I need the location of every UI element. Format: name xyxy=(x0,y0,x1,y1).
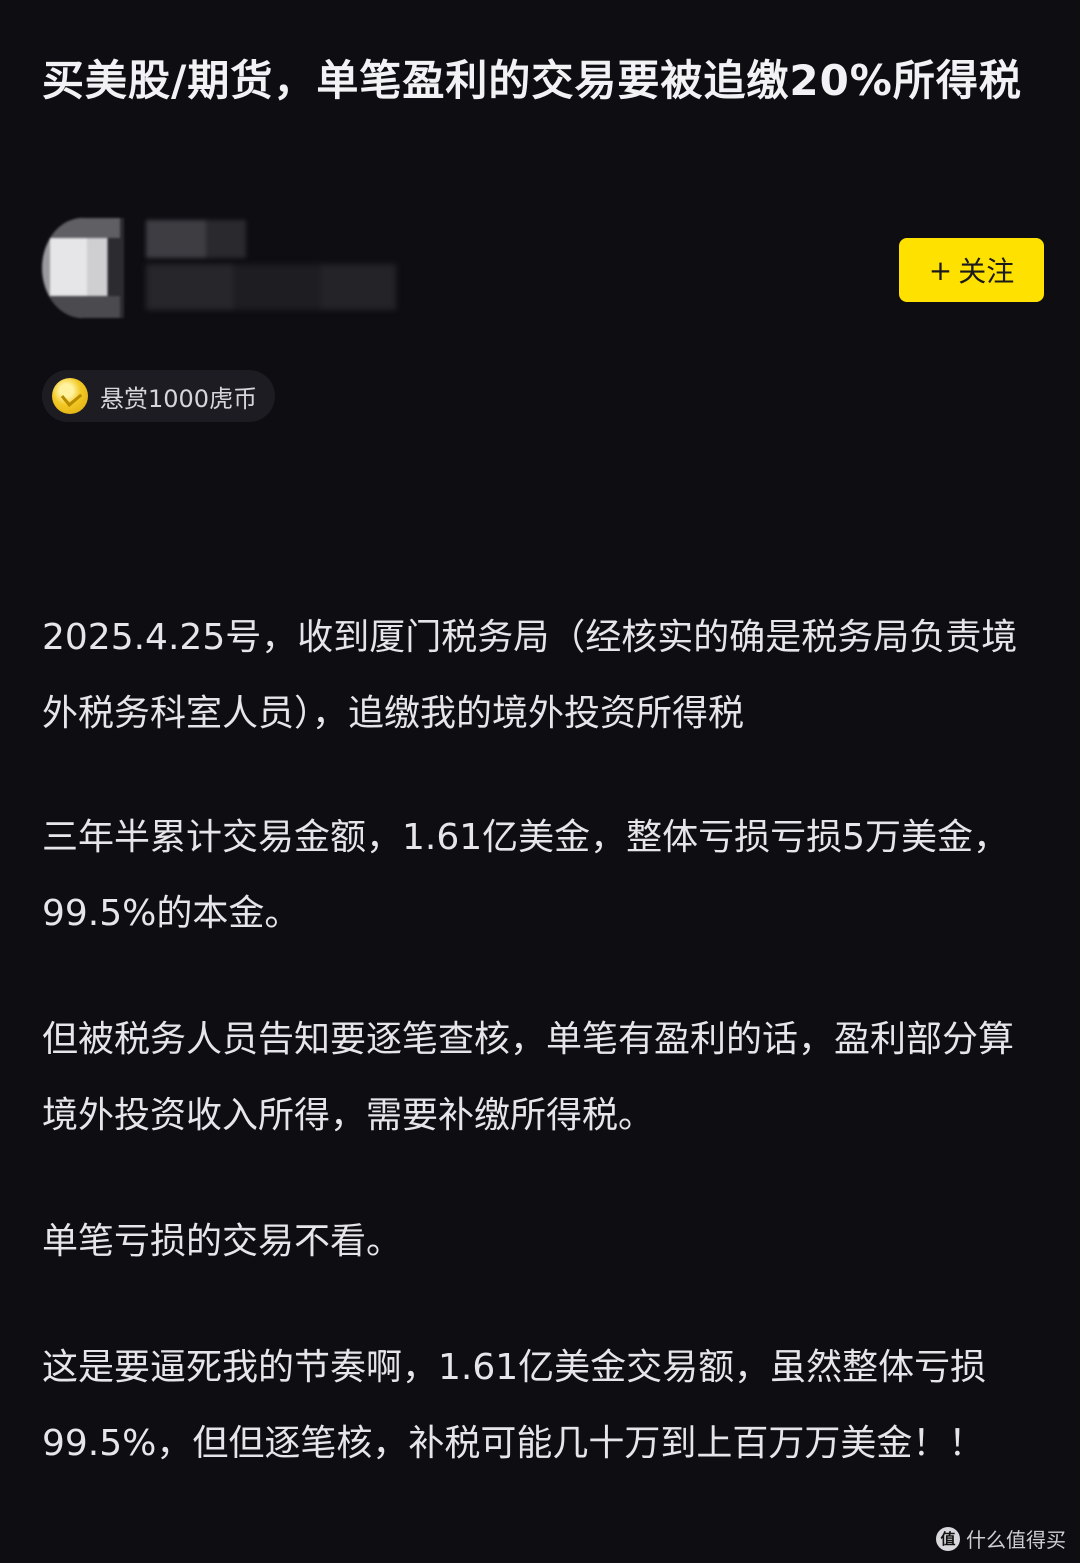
post-title: 买美股/期货，单笔盈利的交易要被追缴20%所得税 xyxy=(42,56,1022,106)
author-row: + 关注 xyxy=(42,212,1044,322)
follow-button[interactable]: + 关注 xyxy=(899,238,1044,302)
author-meta-blurred xyxy=(146,264,396,310)
coin-icon xyxy=(52,378,88,414)
paragraph-4: 单笔亏损的交易不看。 xyxy=(42,1221,403,1262)
watermark: 值 什么值得买 xyxy=(936,1524,1066,1553)
follow-label: 关注 xyxy=(958,255,1015,288)
watermark-logo-icon: 值 xyxy=(936,1526,960,1551)
bounty-label: 悬赏1000虎币 xyxy=(100,384,258,413)
paragraph-5: 这是要逼死我的节奏啊，1.61亿美金交易额，虽然整体亏损99.5%，但但逐笔核，… xyxy=(42,1347,987,1464)
watermark-text: 什么值得买 xyxy=(966,1528,1066,1552)
paragraph-3: 但被税务人员告知要逐笔查核，单笔有盈利的话，盈利部分算境外投资收入所得，需要补缴… xyxy=(42,1019,1015,1136)
author-name-blurred[interactable] xyxy=(146,220,246,258)
author-avatar[interactable] xyxy=(42,218,124,318)
plus-icon: + xyxy=(928,253,953,287)
paragraph-1: 2025.4.25号，收到厦门税务局（经核实的确是税务局负责境外税务科室人员），… xyxy=(42,617,1018,734)
paragraph-2: 三年半累计交易金额，1.61亿美金，整体亏损亏损5万美金，99.5%的本金。 xyxy=(42,817,1010,934)
bounty-badge[interactable]: 悬赏1000虎币 xyxy=(42,370,276,422)
